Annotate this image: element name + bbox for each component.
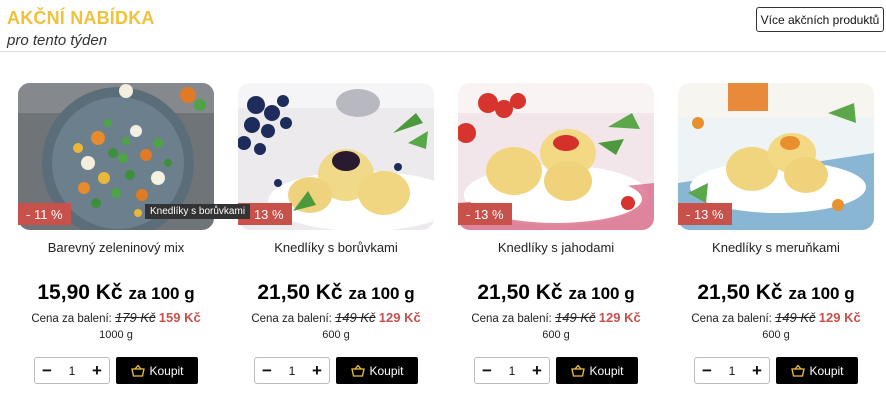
price-value: 15,90 Kč (37, 281, 123, 304)
product-price: 21,50 Kč za 100 g (678, 281, 874, 305)
new-price: 129 Kč (598, 310, 641, 325)
quantity-value[interactable]: 1 (69, 364, 76, 378)
product-card: - 13 % Knedlíky s meruňkami 21,50 Kč za … (678, 83, 878, 393)
product-card: - 13 % Knedlíky s borůvkami 21,50 Kč za … (238, 83, 438, 393)
product-card: - 11 % Barevný zeleninový mix 15,90 Kč z… (18, 83, 218, 393)
discount-badge: - 13 % (458, 203, 512, 225)
basket-icon (791, 364, 806, 377)
product-name[interactable]: Barevný zeleninový mix (18, 240, 214, 255)
decrement-button[interactable]: − (261, 361, 273, 381)
product-name-tooltip: Knedlíky s borůvkami (145, 204, 251, 219)
increment-button[interactable]: + (531, 361, 543, 381)
discount-badge: - 11 % (18, 203, 71, 225)
product-name[interactable]: Knedlíky s meruňkami (678, 240, 874, 255)
quantity-value[interactable]: 1 (289, 364, 296, 378)
decrement-button[interactable]: − (41, 361, 53, 381)
pack-price: Cena za balení: 149 Kč 129 Kč (458, 310, 654, 325)
quantity-stepper: − 1 + (474, 357, 550, 384)
discount-badge: - 13 % (678, 203, 732, 225)
basket-icon (351, 364, 366, 377)
quantity-stepper: − 1 + (254, 357, 330, 384)
product-name[interactable]: Knedlíky s borůvkami (238, 240, 434, 255)
section-subtitle: pro tento týden (7, 32, 108, 49)
new-price: 159 Kč (158, 310, 201, 325)
quantity-value[interactable]: 1 (729, 364, 736, 378)
product-price: 21,50 Kč za 100 g (458, 281, 654, 305)
buy-label: Koupit (369, 363, 404, 378)
buy-button[interactable]: Koupit (556, 357, 638, 384)
increment-button[interactable]: + (91, 361, 103, 381)
pack-weight: 600 g (542, 329, 570, 341)
decrement-button[interactable]: − (701, 361, 713, 381)
pack-price: Cena za balení: 149 Kč 129 Kč (238, 310, 434, 325)
new-price: 129 Kč (818, 310, 861, 325)
pack-weight: 600 g (762, 329, 790, 341)
price-unit: za 100 g (128, 284, 195, 303)
pack-prefix: Cena za balení: (251, 313, 332, 325)
price-unit: za 100 g (788, 284, 855, 303)
basket-icon (571, 364, 586, 377)
buy-label: Koupit (809, 363, 844, 378)
buy-button[interactable]: Koupit (116, 357, 198, 384)
buy-button[interactable]: Koupit (776, 357, 858, 384)
product-price: 21,50 Kč za 100 g (238, 281, 434, 305)
pack-weight: 1000 g (99, 329, 133, 341)
basket-icon (131, 364, 146, 377)
price-unit: za 100 g (568, 284, 635, 303)
section-title: AKČNÍ NABÍDKA (7, 8, 155, 28)
pack-weight: 600 g (322, 329, 350, 341)
product-price: 15,90 Kč za 100 g (18, 281, 214, 305)
buy-label: Koupit (149, 363, 184, 378)
buy-button[interactable]: Koupit (336, 357, 418, 384)
quantity-stepper: − 1 + (694, 357, 770, 384)
pack-prefix: Cena za balení: (691, 313, 772, 325)
price-unit: za 100 g (348, 284, 415, 303)
price-value: 21,50 Kč (257, 281, 343, 304)
product-card: - 13 % Knedlíky s jahodami 21,50 Kč za 1… (458, 83, 658, 393)
old-price: 149 Kč (555, 310, 596, 325)
old-price: 149 Kč (775, 310, 816, 325)
section-header: AKČNÍ NABÍDKA pro tento týden Více akční… (0, 0, 886, 52)
new-price: 129 Kč (378, 310, 421, 325)
more-offers-button[interactable]: Více akčních produktů (756, 7, 884, 32)
increment-button[interactable]: + (311, 361, 323, 381)
pack-prefix: Cena za balení: (31, 313, 112, 325)
pack-price: Cena za balení: 149 Kč 129 Kč (678, 310, 874, 325)
pack-price: Cena za balení: 179 Kč 159 Kč (18, 310, 214, 325)
product-name[interactable]: Knedlíky s jahodami (458, 240, 654, 255)
increment-button[interactable]: + (751, 361, 763, 381)
quantity-stepper: − 1 + (34, 357, 110, 384)
price-value: 21,50 Kč (477, 281, 563, 304)
decrement-button[interactable]: − (481, 361, 493, 381)
buy-label: Koupit (589, 363, 624, 378)
pack-prefix: Cena za balení: (471, 313, 552, 325)
quantity-value[interactable]: 1 (509, 364, 516, 378)
old-price: 179 Kč (115, 310, 156, 325)
old-price: 149 Kč (335, 310, 376, 325)
price-value: 21,50 Kč (697, 281, 783, 304)
